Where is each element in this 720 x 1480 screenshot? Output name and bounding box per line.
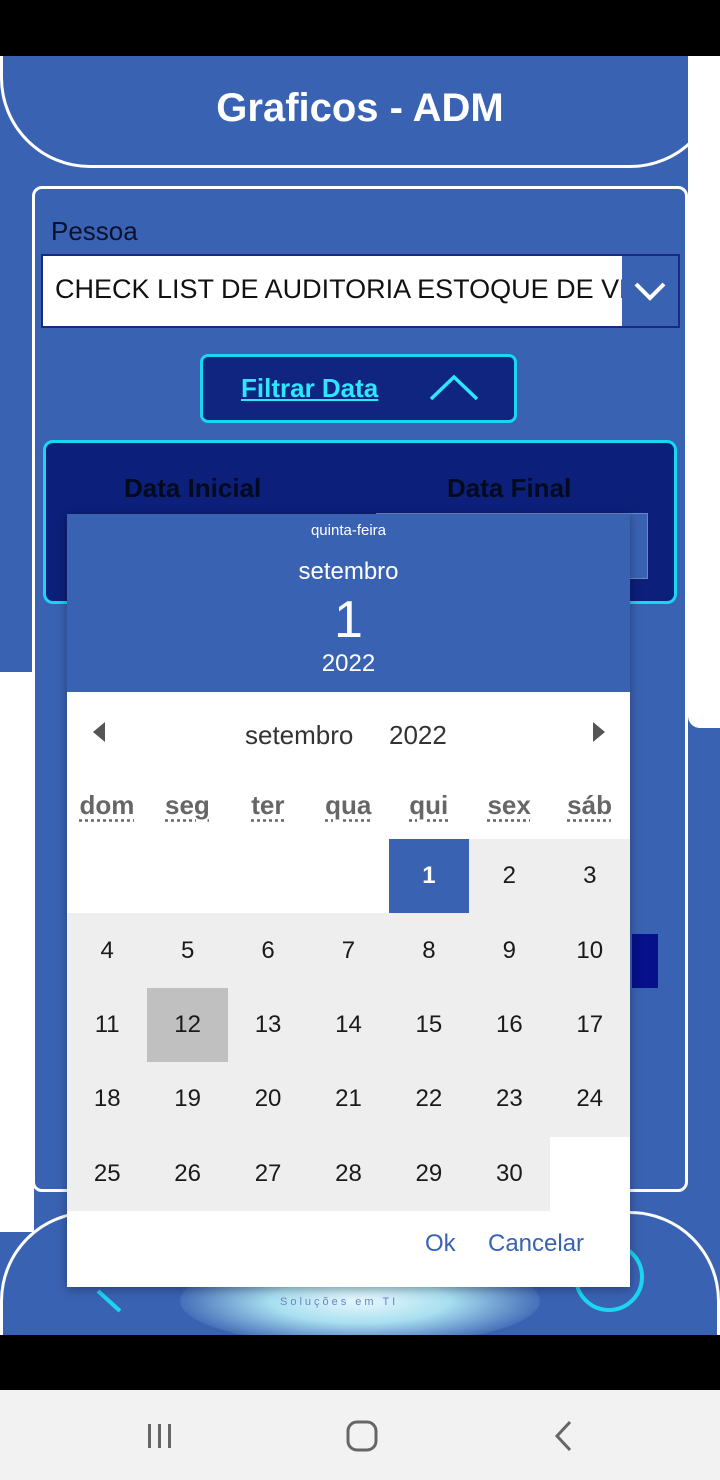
calendar-day-20[interactable]: 20 <box>227 1062 309 1137</box>
next-month-icon[interactable] <box>589 720 609 744</box>
chart-bar-fragment <box>632 934 658 988</box>
prev-month-icon[interactable] <box>89 720 109 744</box>
calendar-day-10[interactable]: 10 <box>549 913 630 988</box>
end-date-label: Data Final <box>447 473 572 503</box>
brand-text: Soluções em TI <box>280 1296 399 1308</box>
date-picker-dialog: quinta-feira setembro 1 2022 setembro 20… <box>67 514 630 1287</box>
calendar-day-14[interactable]: 14 <box>308 987 389 1063</box>
weekday-header-3: qua <box>325 790 372 820</box>
pessoa-value: CHECK LIST DE AUDITORIA ESTOQUE DE VEÍCU… <box>55 274 623 304</box>
pessoa-dropdown[interactable]: CHECK LIST DE AUDITORIA ESTOQUE DE VEÍCU… <box>41 254 680 328</box>
calendar-day-1[interactable]: 1 <box>388 839 470 914</box>
selected-day: 1 <box>334 591 363 649</box>
weekday-header-row: dom seg ter qua qui sex sáb <box>67 790 630 830</box>
calendar-day-27[interactable]: 27 <box>227 1136 309 1211</box>
calendar-day-24[interactable]: 24 <box>549 1062 630 1137</box>
calendar-day-12[interactable]: 12 <box>147 987 228 1063</box>
calendar-day-5[interactable]: 5 <box>147 913 228 988</box>
calendar-day-28[interactable]: 28 <box>308 1136 389 1211</box>
calendar-day-13[interactable]: 13 <box>227 987 309 1063</box>
calendar-day-3[interactable]: 3 <box>549 839 630 914</box>
calendar-day-17[interactable]: 17 <box>549 987 630 1063</box>
calendar-day-15[interactable]: 15 <box>388 987 470 1063</box>
calendar-day-19[interactable]: 19 <box>147 1062 228 1137</box>
weekday-header-2: ter <box>251 790 285 820</box>
calendar-day-18[interactable]: 18 <box>67 1062 148 1137</box>
calendar-day-23[interactable]: 23 <box>469 1062 550 1137</box>
calendar-day-16[interactable]: 16 <box>469 987 550 1063</box>
selected-weekday: quinta-feira <box>310 522 387 539</box>
weekday-header-4: qui <box>409 790 449 820</box>
calendar-year: 2022 <box>389 720 447 750</box>
selected-year[interactable]: 2022 <box>67 650 630 678</box>
filter-date-button[interactable]: Filtrar Data <box>200 354 517 423</box>
cancel-button[interactable]: Cancelar <box>488 1230 584 1258</box>
dropdown-toggle[interactable] <box>622 256 678 326</box>
calendar-month: setembro <box>245 720 354 750</box>
start-date-label: Data Inicial <box>124 473 262 503</box>
calendar-day-8[interactable]: 8 <box>388 913 470 988</box>
date-picker-header: quinta-feira setembro 1 2022 <box>67 514 630 692</box>
decor-left-white <box>0 672 34 1232</box>
calendar-day-2[interactable]: 2 <box>469 839 550 914</box>
page-title: Graficos - ADM <box>216 86 504 130</box>
weekday-header-1: seg <box>165 790 210 820</box>
calendar-day-22[interactable]: 22 <box>388 1062 470 1137</box>
weekday-header-0: dom <box>79 790 135 820</box>
calendar-day-26[interactable]: 26 <box>147 1136 228 1211</box>
calendar-day-6[interactable]: 6 <box>227 913 309 988</box>
recent-apps-icon[interactable] <box>142 1418 178 1454</box>
calendar-day-4[interactable]: 4 <box>67 913 148 988</box>
status-bar <box>0 0 720 56</box>
calendar-day-7[interactable]: 7 <box>308 913 389 988</box>
calendar-day-21[interactable]: 21 <box>308 1062 389 1137</box>
calendar-grid: 1 2 3 4 5 6 7 8 9 10 11 12 13 14 15 16 17 18 19 20 21 22 23 24 2… <box>67 839 630 1211</box>
chevron-down-icon <box>634 282 666 301</box>
ok-button[interactable]: Ok <box>425 1230 456 1258</box>
chevron-up-icon <box>429 374 479 401</box>
selected-month: setembro <box>298 558 399 585</box>
back-icon[interactable] <box>548 1418 578 1454</box>
calendar-day-30[interactable]: 30 <box>469 1136 550 1211</box>
calendar-day-9[interactable]: 9 <box>469 913 550 988</box>
pessoa-label: Pessoa <box>51 216 138 246</box>
screen: Graficos - ADM Pessoa CHECK LIST DE AUDI… <box>0 0 720 1480</box>
weekday-header-5: sex <box>487 790 531 820</box>
calendar-day-25[interactable]: 25 <box>67 1136 148 1211</box>
weekday-header-6: sáb <box>567 790 612 820</box>
home-icon[interactable] <box>342 1418 382 1454</box>
system-nav-bar <box>0 1390 720 1480</box>
decor-right-blue <box>688 728 720 1248</box>
filter-date-label: Filtrar Data <box>241 373 379 403</box>
decor-right-white <box>688 56 720 728</box>
calendar-day-29[interactable]: 29 <box>388 1136 470 1211</box>
calendar-day-11[interactable]: 11 <box>67 987 148 1063</box>
